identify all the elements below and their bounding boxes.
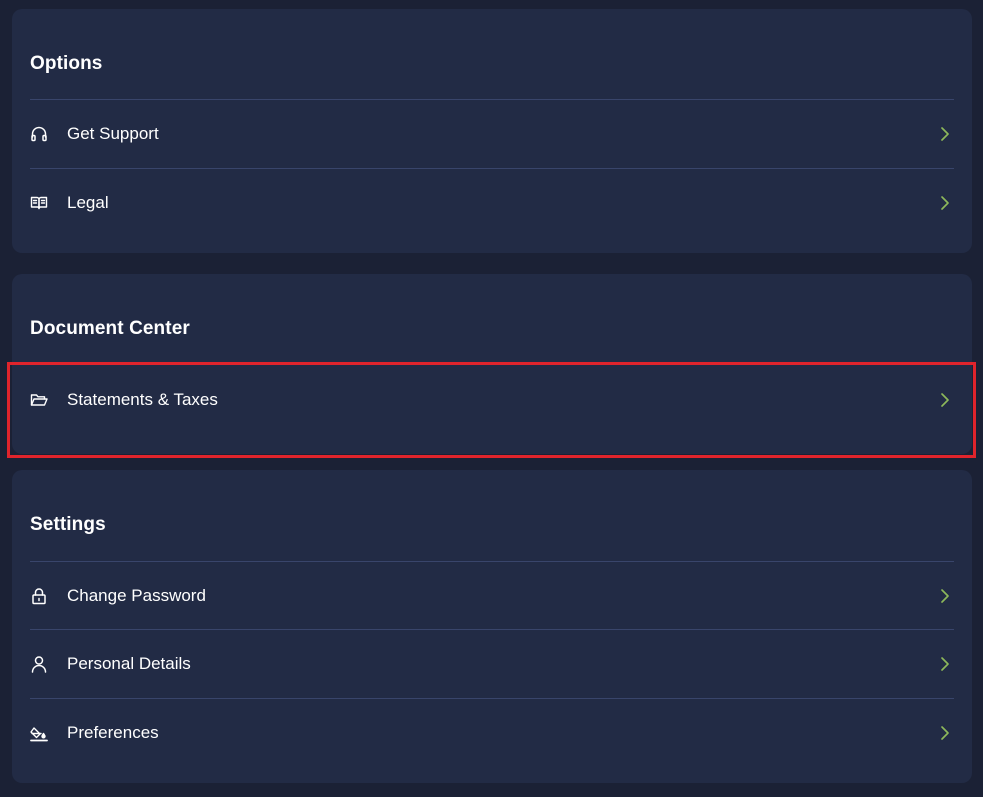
preferences-item[interactable]: Preferences: [30, 699, 954, 767]
book-icon: [30, 194, 48, 212]
statements-taxes-item[interactable]: Statements & Taxes: [30, 366, 954, 434]
folder-open-icon: [30, 391, 48, 409]
chevron-right-icon: [938, 194, 952, 212]
chevron-right-icon: [938, 655, 952, 673]
lock-icon: [30, 587, 48, 605]
settings-section-title: Settings: [30, 514, 106, 535]
document-center-card: Document Center Statements & Taxes: [12, 274, 972, 454]
personal-details-item[interactable]: Personal Details: [30, 630, 954, 698]
statements-taxes-label: Statements & Taxes: [67, 390, 218, 409]
settings-card: Settings Change Password Personal Detail…: [12, 470, 972, 783]
legal-item[interactable]: Legal: [30, 169, 954, 237]
personal-details-label: Personal Details: [67, 654, 191, 673]
get-support-label: Get Support: [67, 124, 159, 143]
change-password-item[interactable]: Change Password: [30, 562, 954, 630]
chevron-right-icon: [938, 587, 952, 605]
chevron-right-icon: [938, 724, 952, 742]
user-icon: [30, 655, 48, 673]
chevron-right-icon: [938, 125, 952, 143]
options-section-title: Options: [30, 53, 103, 74]
get-support-item[interactable]: Get Support: [30, 100, 954, 168]
legal-label: Legal: [67, 193, 109, 212]
headphones-icon: [30, 125, 48, 143]
options-card: Options Get Support Legal: [12, 9, 972, 253]
paint-bucket-icon: [30, 724, 48, 742]
change-password-label: Change Password: [67, 586, 206, 605]
document-center-section-title: Document Center: [30, 318, 190, 339]
chevron-right-icon: [938, 391, 952, 409]
preferences-label: Preferences: [67, 723, 159, 742]
